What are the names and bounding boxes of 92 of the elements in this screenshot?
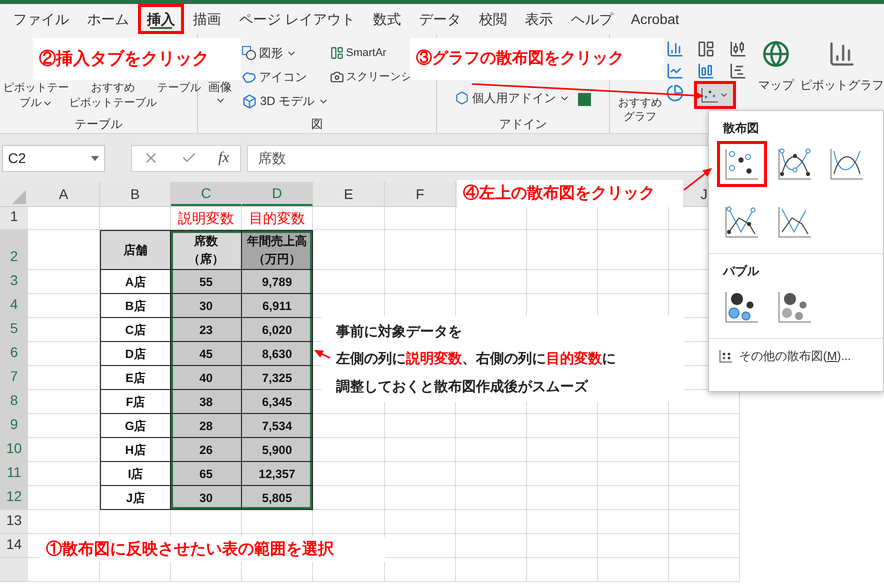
column-header[interactable]: F (385, 182, 456, 206)
column-label: 目的変数 (242, 207, 313, 230)
menu-section-title: バブル (723, 263, 759, 280)
image-button[interactable]: 画像 (208, 80, 232, 106)
table-cell: 38 (171, 390, 242, 414)
row-header[interactable]: 14 (0, 534, 28, 558)
table-cell: 12,357 (242, 462, 313, 486)
map-button[interactable]: マップ (756, 40, 796, 94)
ribbon-tab[interactable]: ファイル (4, 4, 78, 34)
column-header[interactable]: A (28, 182, 100, 206)
table-cell: C店 (100, 318, 171, 342)
ribbon-tab[interactable]: ヘルプ (562, 4, 622, 34)
table-cell: 45 (171, 342, 242, 366)
table-cell: 5,900 (242, 438, 313, 462)
header-cell: 店舗 (100, 230, 171, 270)
recommended-charts-button[interactable]: おすすめ グラフ (618, 96, 662, 124)
group-label: アドイン (499, 116, 548, 133)
callout: ③グラフの散布図をクリック (410, 38, 664, 80)
row-header[interactable]: 13 (0, 510, 28, 534)
ribbon-button[interactable]: 図形 (242, 44, 297, 62)
ribbon-tab[interactable]: 挿入 (138, 4, 184, 34)
row-header[interactable]: 10 (0, 438, 28, 462)
note-text: 調整しておくと散布図作成後がスムーズ (336, 376, 588, 396)
table-cell: 5,805 (242, 486, 313, 510)
addins-button[interactable]: 個人用アドイン (455, 89, 570, 107)
pivot-chart-button[interactable]: ピボットグラフ (800, 40, 884, 94)
table-cell: I店 (100, 462, 171, 486)
table-cell: 6,020 (242, 318, 313, 342)
table-cell: F店 (100, 390, 171, 414)
row-header[interactable]: 9 (0, 414, 28, 438)
header-cell: 席数 （席） (171, 230, 242, 270)
ribbon-tab[interactable]: Acrobat (622, 4, 688, 34)
table-cell: 28 (171, 414, 242, 438)
ribbon-tab[interactable]: ホーム (78, 4, 138, 34)
table-cell: 30 (171, 294, 242, 318)
table-cell: 55 (171, 270, 242, 294)
insert-function-button[interactable]: fx (218, 146, 230, 170)
ribbon-button[interactable]: アイコン (242, 68, 307, 86)
table-cell: E店 (100, 366, 171, 390)
row-header[interactable]: 11 (0, 462, 28, 486)
note-text: 事前に対象データを (336, 322, 462, 342)
column-header[interactable]: C (171, 182, 242, 206)
header-cell: 年間売上高 （万円） (242, 230, 313, 270)
table-cell: 6,911 (242, 294, 313, 318)
callout: ②挿入タブをクリック (33, 38, 241, 80)
ribbon-button[interactable]: おすすめ ピボットテーブル (69, 81, 157, 111)
name-box[interactable]: C2 (2, 144, 105, 172)
row-header[interactable]: 12 (0, 486, 28, 510)
callout: ④左上の散布図をクリック (457, 180, 683, 207)
ribbon-button[interactable]: SmartAr (330, 44, 386, 62)
table-cell: 65 (171, 462, 242, 486)
group-label: テーブル (74, 116, 122, 133)
table-cell: J店 (100, 486, 171, 510)
note-text: 左側の列に説明変数、右側の列に目的変数に (336, 349, 616, 368)
row-header[interactable]: 3 (0, 270, 28, 294)
table-cell: 7,325 (242, 366, 313, 390)
table-cell: G店 (100, 414, 171, 438)
table-cell: 26 (171, 438, 242, 462)
table-cell: 8,630 (242, 342, 313, 366)
menu-section-title: 散布図 (723, 120, 759, 137)
ribbon-tab[interactable]: 数式 (364, 4, 410, 34)
table-cell: 6,345 (242, 390, 313, 414)
table-cell: 23 (171, 318, 242, 342)
row-header[interactable]: 6 (0, 342, 28, 366)
column-label: 説明変数 (171, 207, 242, 230)
ribbon-button[interactable]: ピボットテー ブル (3, 81, 69, 111)
row-header[interactable]: 7 (0, 366, 28, 390)
ribbon-button[interactable]: テーブル (157, 81, 201, 96)
row-header[interactable]: 1 (0, 207, 28, 230)
row-header[interactable]: 8 (0, 390, 28, 414)
table-cell: 9,789 (242, 270, 313, 294)
table-cell: 40 (171, 366, 242, 390)
callout: ①散布図に反映させたい表の範囲を選択 (40, 537, 385, 562)
ribbon-tab[interactable]: 表示 (516, 4, 562, 34)
ribbon-tab[interactable]: データ (410, 4, 470, 34)
column-header[interactable]: E (313, 182, 385, 206)
table-cell: B店 (100, 294, 171, 318)
more-scatter-charts-item[interactable]: その他の散布図(M)... (709, 347, 861, 365)
ribbon-tab[interactable]: ページ レイアウト (230, 4, 364, 34)
column-header[interactable]: D (242, 182, 313, 206)
row-header[interactable]: 5 (0, 318, 28, 342)
ribbon-tab[interactable]: 描画 (184, 4, 230, 34)
table-cell: 30 (171, 486, 242, 510)
ribbon-button[interactable]: 3D モデル (242, 92, 329, 110)
table-cell: A店 (100, 270, 171, 294)
table-cell: H店 (100, 438, 171, 462)
table-cell: 7,534 (242, 414, 313, 438)
group-label: 図 (311, 116, 324, 133)
row-header[interactable]: 2 (0, 230, 28, 270)
table-cell: D店 (100, 342, 171, 366)
ribbon-tab[interactable]: 校閲 (470, 4, 516, 34)
row-header[interactable]: 4 (0, 294, 28, 318)
